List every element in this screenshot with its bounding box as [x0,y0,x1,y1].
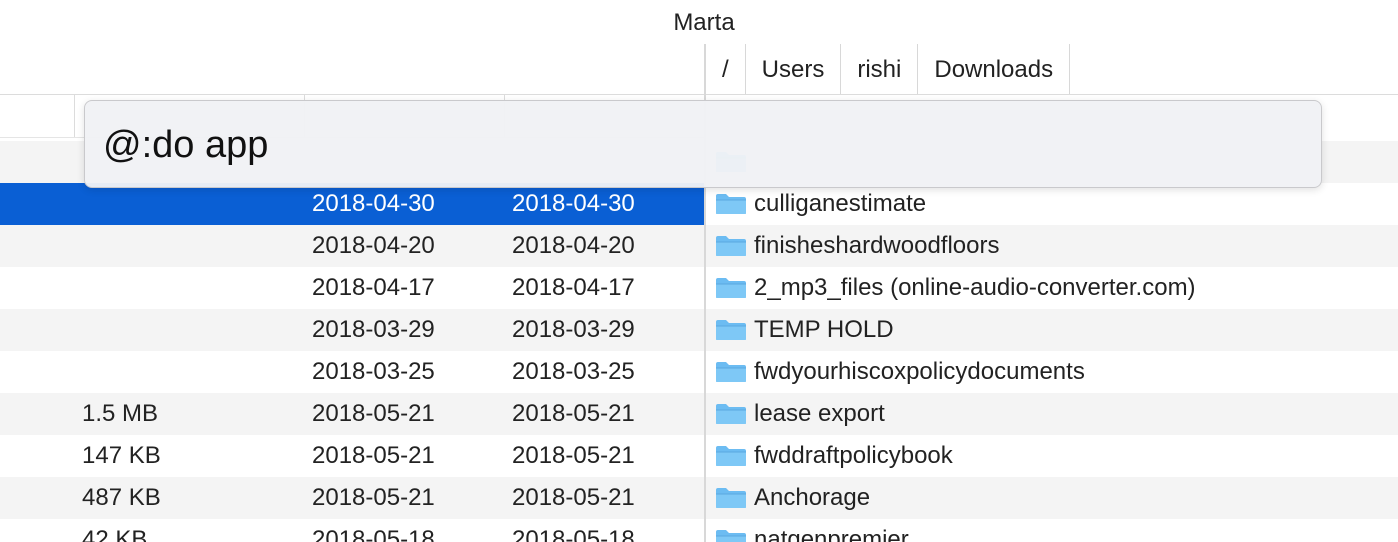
folder-name: Anchorage [754,484,871,511]
folder-row[interactable]: culliganestimate [706,183,1398,225]
breadcrumb: / Users rishi Downloads [706,44,1071,94]
file-created-date: 2018-05-21 [512,484,635,511]
folder-row[interactable]: natgenpremier [706,519,1398,542]
file-modified-date: 2018-04-30 [312,190,435,217]
breadcrumb-item-root[interactable]: / [706,44,746,94]
file-row[interactable]: 2018-03-29 2018-03-29 [0,309,704,351]
left-file-pane[interactable]: 2018-04-30 2018-04-30 2018-04-20 2018-04-20… [0,0,704,542]
breadcrumb-item-rishi[interactable]: rishi [841,44,919,94]
file-created-date: 2018-05-21 [512,400,635,427]
file-created-date: 2018-04-30 [512,190,635,217]
file-modified-date: 2018-05-21 [312,484,435,511]
command-palette-input[interactable] [103,117,1293,173]
folder-icon [716,278,746,298]
folder-name: finisheshardwoodfloors [754,232,1000,259]
file-row[interactable]: 2018-04-17 2018-04-17 [0,267,704,309]
folder-row[interactable]: fwdyourhiscoxpolicydocuments [706,351,1398,393]
folder-name: culliganestimate [754,190,927,217]
folder-row[interactable]: Anchorage [706,477,1398,519]
breadcrumb-item-downloads[interactable]: Downloads [918,44,1071,94]
file-modified-date: 2018-03-29 [312,316,435,343]
folder-row[interactable]: TEMP HOLD [706,309,1398,351]
file-created-date: 2018-03-29 [512,316,635,343]
file-size: 42 KB [82,526,148,542]
folder-name: TEMP HOLD [754,316,894,343]
file-row[interactable]: 147 KB 2018-05-21 2018-05-21 [0,435,704,477]
file-row[interactable]: 487 KB 2018-05-21 2018-05-21 [0,477,704,519]
folder-row[interactable]: lease export [706,393,1398,435]
file-size: 147 KB [82,442,161,469]
right-file-pane[interactable]: / Users rishi Downloads culliganestimate… [706,0,1398,542]
header-divider [706,94,1398,95]
folder-row[interactable]: 2_mp3_files (online-audio-converter.com) [706,267,1398,309]
folder-row[interactable]: fwddraftpolicybook [706,435,1398,477]
file-size: 487 KB [82,484,161,511]
folder-name: 2_mp3_files (online-audio-converter.com) [754,274,1196,301]
command-palette [84,100,1322,188]
file-modified-date: 2018-05-21 [312,442,435,469]
file-modified-date: 2018-05-21 [312,400,435,427]
folder-icon [716,404,746,424]
file-row[interactable]: 2018-04-20 2018-04-20 [0,225,704,267]
file-row[interactable]: 2018-03-25 2018-03-25 [0,351,704,393]
right-file-list: culliganestimate finisheshardwoodfloors 2_… [706,141,1398,542]
file-created-date: 2018-03-25 [512,358,635,385]
folder-icon [716,236,746,256]
file-created-date: 2018-04-17 [512,274,635,301]
folder-icon [716,488,746,508]
file-modified-date: 2018-04-20 [312,232,435,259]
file-modified-date: 2018-03-25 [312,358,435,385]
folder-name: lease export [754,400,885,427]
folder-name: natgenpremier [754,526,909,542]
marta-window: Marta 2018-04-30 2018-04-30 2018-04-20 2018… [0,0,1398,542]
folder-icon [716,446,746,466]
folder-name: fwdyourhiscoxpolicydocuments [754,358,1085,385]
folder-icon [716,530,746,542]
folder-icon [716,320,746,340]
file-row[interactable]: 2018-04-30 2018-04-30 [0,183,704,225]
folder-row[interactable]: finisheshardwoodfloors [706,225,1398,267]
file-row[interactable]: 1.5 MB 2018-05-21 2018-05-21 [0,393,704,435]
file-created-date: 2018-05-18 [512,526,635,542]
file-created-date: 2018-05-21 [512,442,635,469]
folder-icon [716,194,746,214]
left-file-list: 2018-04-30 2018-04-30 2018-04-20 2018-04-20… [0,141,704,542]
file-modified-date: 2018-05-18 [312,526,435,542]
file-modified-date: 2018-04-17 [312,274,435,301]
file-created-date: 2018-04-20 [512,232,635,259]
folder-icon [716,362,746,382]
breadcrumb-item-users[interactable]: Users [746,44,842,94]
folder-name: fwddraftpolicybook [754,442,953,469]
file-row[interactable]: 42 KB 2018-05-18 2018-05-18 [0,519,704,542]
file-size: 1.5 MB [82,400,159,427]
